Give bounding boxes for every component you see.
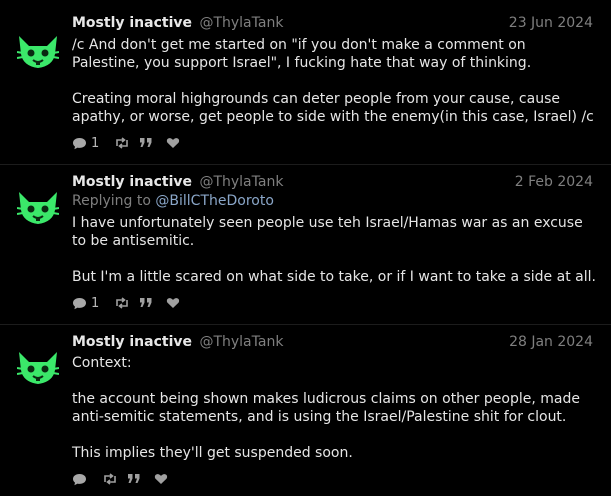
quote-button[interactable] (139, 297, 153, 309)
post-date[interactable]: 28 Jan 2024 (509, 333, 593, 351)
like-button[interactable] (166, 137, 180, 149)
reply-target-link[interactable]: @BillCTheDoroto (155, 193, 274, 209)
post-body: I have unfortunately seen people use teh… (72, 214, 596, 286)
post-body: /c And don't get me started on "if you d… (72, 36, 596, 126)
display-name[interactable]: Mostly inactive (72, 15, 192, 31)
avatar-cat-icon[interactable] (17, 34, 59, 70)
post-paragraph: the account being shown makes ludicrous … (72, 391, 580, 425)
speech-bubble-icon (73, 297, 86, 309)
repost-button[interactable] (114, 137, 130, 149)
repost-icon (116, 297, 129, 309)
repost-icon (116, 137, 129, 149)
quote-button[interactable] (139, 137, 153, 149)
reply-button[interactable]: 1 (72, 296, 99, 311)
post-divider (0, 164, 611, 165)
user-handle[interactable]: @ThylaTank (199, 15, 283, 31)
post-date[interactable]: 23 Jun 2024 (509, 14, 593, 32)
post-date[interactable]: 2 Feb 2024 (515, 173, 593, 191)
display-name[interactable]: Mostly inactive (72, 174, 192, 190)
post-actions: 1 (72, 294, 189, 312)
speech-bubble-icon (73, 137, 86, 149)
quote-icon (140, 138, 152, 147)
reply-button[interactable]: 1 (72, 136, 99, 151)
repost-button[interactable] (114, 297, 130, 309)
user-handle[interactable]: @ThylaTank (199, 174, 283, 190)
quote-icon (140, 298, 152, 307)
avatar-cat-icon[interactable] (17, 350, 59, 386)
heart-icon (167, 298, 180, 308)
avatar-cat-icon[interactable] (17, 190, 59, 226)
replying-to-line: Replying to @BillCTheDoroto (72, 192, 274, 210)
post-paragraph: But I'm a little scared on what side to … (72, 269, 596, 285)
post-paragraph: This implies they'll get suspended soon. (72, 445, 353, 461)
post-paragraph: Creating moral highgrounds can deter peo… (72, 91, 594, 125)
display-name[interactable]: Mostly inactive (72, 334, 192, 350)
reply-count: 1 (91, 295, 100, 311)
quote-icon (128, 474, 140, 483)
post-header: Mostly inactive @ThylaTank 2 Feb 2024 (72, 173, 593, 191)
post-paragraph: /c And don't get me started on "if you d… (72, 37, 532, 71)
speech-bubble-icon (73, 473, 86, 485)
reply-count: 1 (91, 135, 100, 151)
like-button[interactable] (154, 473, 168, 485)
heart-icon (154, 474, 168, 484)
heart-icon (167, 138, 180, 148)
post-actions (72, 470, 177, 488)
repost-icon (104, 473, 116, 485)
post-paragraph: Context: (72, 355, 132, 371)
reply-button[interactable] (72, 473, 91, 486)
post-header: Mostly inactive @ThylaTank 23 Jun 2024 (72, 14, 593, 32)
like-button[interactable] (166, 297, 180, 309)
post-actions: 1 (72, 134, 189, 152)
quote-button[interactable] (127, 473, 141, 485)
post-paragraph: I have unfortunately seen people use teh… (72, 215, 583, 249)
post-divider (0, 324, 611, 325)
user-handle[interactable]: @ThylaTank (199, 334, 283, 350)
post-body: Context: the account being shown makes l… (72, 354, 596, 462)
post-header: Mostly inactive @ThylaTank 28 Jan 2024 (72, 333, 593, 351)
repost-button[interactable] (102, 473, 118, 485)
replying-to-label: Replying to (72, 193, 151, 209)
